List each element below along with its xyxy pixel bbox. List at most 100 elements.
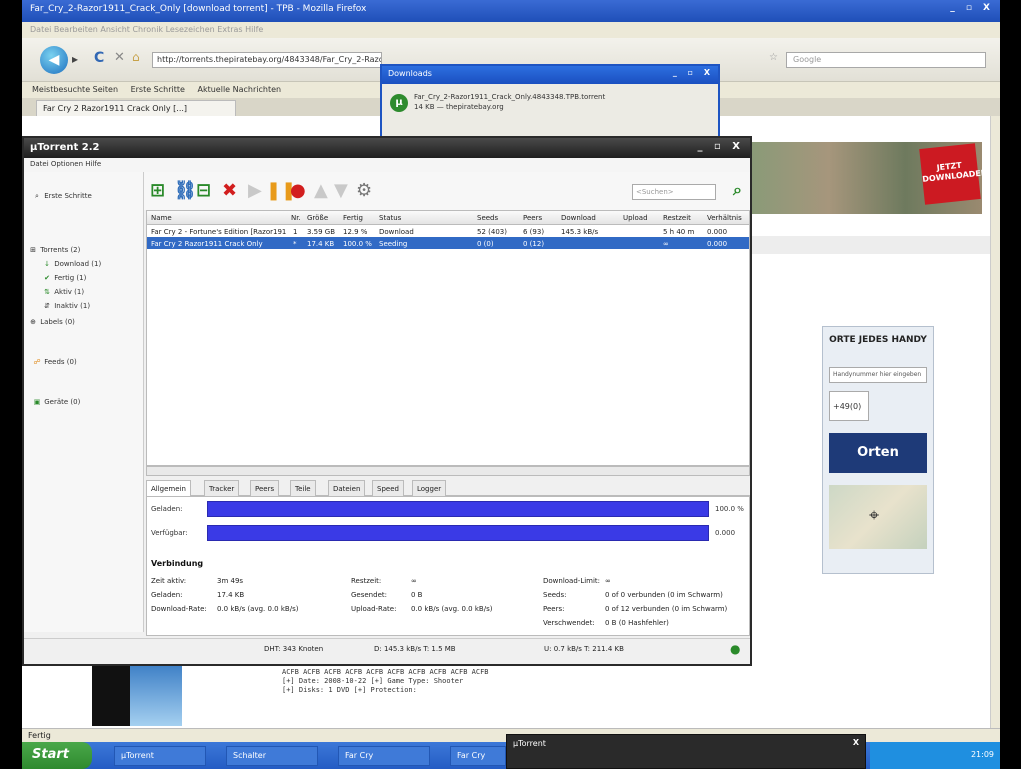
- system-tray: 21:09: [870, 742, 1000, 769]
- browser-title: Far_Cry_2-Razor1911_Crack_Only [download…: [30, 4, 367, 14]
- locate-button[interactable]: Orten: [829, 433, 927, 473]
- utorrent-menu[interactable]: Datei Optionen Hilfe: [24, 158, 750, 172]
- game-banner[interactable]: JETZT DOWNLOADEN: [752, 142, 988, 214]
- url-bar[interactable]: http://torrents.thepiratebay.org/4843348…: [152, 52, 382, 68]
- remove-icon[interactable]: ✖: [222, 180, 237, 201]
- torrent-row[interactable]: Far Cry 2 - Fortune's Edition [Razor1911…: [147, 225, 749, 237]
- browser-menu-bar[interactable]: Datei Bearbeiten Ansicht Chronik Lesezei…: [22, 22, 1000, 38]
- move-down-icon[interactable]: ▼: [334, 180, 348, 201]
- taskbar-preview[interactable]: µTorrent X: [506, 734, 866, 769]
- back-button[interactable]: ◀: [40, 46, 68, 74]
- sidebar-item-downloading[interactable]: ↓ Download (1): [42, 260, 101, 268]
- label-icon: ⊕: [30, 318, 36, 326]
- torrent-ratio: 0.000: [707, 228, 728, 236]
- tab-logger[interactable]: Logger: [412, 480, 447, 496]
- reload-icon[interactable]: C: [94, 50, 104, 66]
- bookmark-item[interactable]: Erste Schritte: [131, 85, 185, 94]
- column-header[interactable]: Peers: [523, 214, 542, 222]
- country-code-input[interactable]: +49(0): [829, 391, 869, 421]
- window-controls[interactable]: _ ▫ X: [950, 3, 994, 13]
- torrent-eta: 5 h 40 m: [663, 228, 695, 236]
- connection-ok-icon[interactable]: ●: [730, 642, 740, 656]
- torrent-progress: 100.0 %: [343, 240, 372, 248]
- settings-icon[interactable]: ⚙: [356, 180, 372, 201]
- forward-icon[interactable]: ▸: [72, 52, 78, 66]
- taskbar-item[interactable]: µTorrent: [114, 746, 206, 766]
- sidebar-item-active[interactable]: ⇅ Aktiv (1): [42, 288, 84, 296]
- bookmark-item[interactable]: Aktuelle Nachrichten: [197, 85, 281, 94]
- taskbar-item[interactable]: Far Cry: [338, 746, 430, 766]
- star-icon[interactable]: ☆: [769, 52, 778, 63]
- torrent-search-input[interactable]: <Suchen>: [632, 184, 716, 200]
- active-icon: ⇅: [44, 288, 50, 296]
- tab-speed[interactable]: Speed: [372, 480, 404, 496]
- preview-title: µTorrent: [513, 739, 546, 748]
- download-entry[interactable]: Far_Cry_2-Razor1911_Crack_Only.4843348.T…: [414, 92, 605, 112]
- tab-trackers[interactable]: Tracker: [204, 480, 240, 496]
- sidebar-item-labels[interactable]: ⊕ Labels (0): [28, 318, 75, 326]
- sidebar-item-inactive[interactable]: ⇵ Inaktiv (1): [42, 302, 90, 310]
- page-scrollbar[interactable]: [990, 116, 1000, 728]
- browser-tab[interactable]: Far Cry 2 Razor1911 Crack Only [...]: [36, 100, 236, 116]
- list-hscrollbar[interactable]: [146, 466, 750, 476]
- start-icon[interactable]: ▶: [248, 180, 262, 201]
- taskbar-item[interactable]: Far Cry: [450, 746, 506, 766]
- column-header[interactable]: Name: [151, 214, 172, 222]
- column-header[interactable]: Upload: [623, 214, 648, 222]
- browser-title-bar: Far_Cry_2-Razor1911_Crack_Only [download…: [22, 0, 1000, 22]
- start-button[interactable]: Start: [22, 742, 92, 769]
- column-header[interactable]: Verhältnis: [707, 214, 742, 222]
- info-value: 0 B: [411, 591, 423, 599]
- availability-progress-bar: [207, 525, 709, 541]
- browser-search-input[interactable]: Google: [786, 52, 986, 68]
- info-value: 0 of 0 verbunden (0 im Schwarm): [605, 591, 723, 599]
- sidebar-item-label: Feeds (0): [44, 358, 77, 366]
- sidebar-item-label: Labels (0): [40, 318, 75, 326]
- tab-peers[interactable]: Peers: [250, 480, 280, 496]
- taskbar-item[interactable]: Schalter: [226, 746, 318, 766]
- torrent-row[interactable]: Far Cry 2 Razor1911 Crack Only * 17.4 KB…: [147, 237, 749, 249]
- column-header[interactable]: Download: [561, 214, 596, 222]
- nfo-line: ACFB ACFB ACFB ACFB ACFB ACFB ACFB ACFB …: [282, 668, 489, 676]
- column-header[interactable]: Größe: [307, 214, 328, 222]
- column-header[interactable]: Status: [379, 214, 401, 222]
- device-icon: ▣: [33, 398, 41, 406]
- column-header[interactable]: Restzeit: [663, 214, 691, 222]
- column-header[interactable]: Nr.: [291, 214, 301, 222]
- sidebar-item-getting-started[interactable]: ⌕ Erste Schritte: [32, 192, 92, 201]
- tab-general[interactable]: Allgemein: [146, 480, 191, 496]
- bookmark-item[interactable]: Meistbesuchte Seiten: [32, 85, 118, 94]
- download-badge[interactable]: JETZT DOWNLOADEN: [919, 143, 988, 205]
- upload-status: U: 0.7 kB/s T: 211.4 KB: [544, 645, 624, 653]
- add-url-icon[interactable]: ⛓: [174, 180, 197, 201]
- sidebar-item-devices[interactable]: ▣ Geräte (0): [32, 398, 81, 406]
- create-torrent-icon[interactable]: ⊟: [196, 180, 211, 201]
- utorrent-toolbar: ⊞ ⛓ ⊟ ✖ ▶ ❚❚ ● ▲ ▼ ⚙ <Suchen> ⌕: [144, 172, 750, 210]
- tab-pieces[interactable]: Teile: [290, 480, 316, 496]
- desktop: Far_Cry_2-Razor1911_Crack_Only [download…: [22, 0, 1000, 769]
- sidebar-item-completed[interactable]: ✔ Fertig (1): [42, 274, 86, 282]
- stop-icon[interactable]: ✕: [114, 50, 125, 65]
- close-icon[interactable]: X: [853, 738, 859, 747]
- sidebar-item-label: Inaktiv (1): [54, 302, 91, 310]
- torrent-name: Far Cry 2 Razor1911 Crack Only: [151, 240, 263, 248]
- info-value: 3m 49s: [217, 577, 244, 585]
- window-controls[interactable]: _ ▫ X: [698, 141, 744, 152]
- torrent-seeds: 52 (403): [477, 228, 507, 236]
- tab-files[interactable]: Dateien: [328, 480, 366, 496]
- torrent-number: 1: [293, 228, 298, 236]
- add-torrent-icon[interactable]: ⊞: [150, 180, 165, 201]
- phone-number-input[interactable]: Handynummer hier eingeben: [829, 367, 927, 383]
- search-icon[interactable]: ⌕: [733, 180, 742, 200]
- sidebar-item-feeds[interactable]: ☍ Feeds (0): [32, 358, 77, 366]
- column-header[interactable]: Fertig: [343, 214, 363, 222]
- info-label: Seeds:: [543, 591, 567, 599]
- column-header[interactable]: Seeds: [477, 214, 498, 222]
- info-label: Gesendet:: [351, 591, 387, 599]
- search-icon: ⌕: [35, 192, 39, 200]
- home-icon[interactable]: ⌂: [132, 50, 140, 64]
- move-up-icon[interactable]: ▲: [314, 180, 328, 201]
- stop-icon[interactable]: ●: [290, 180, 306, 201]
- sidebar-item-torrents[interactable]: ⊞ Torrents (2): [28, 246, 80, 254]
- window-controls[interactable]: _ ▫ X: [673, 68, 714, 77]
